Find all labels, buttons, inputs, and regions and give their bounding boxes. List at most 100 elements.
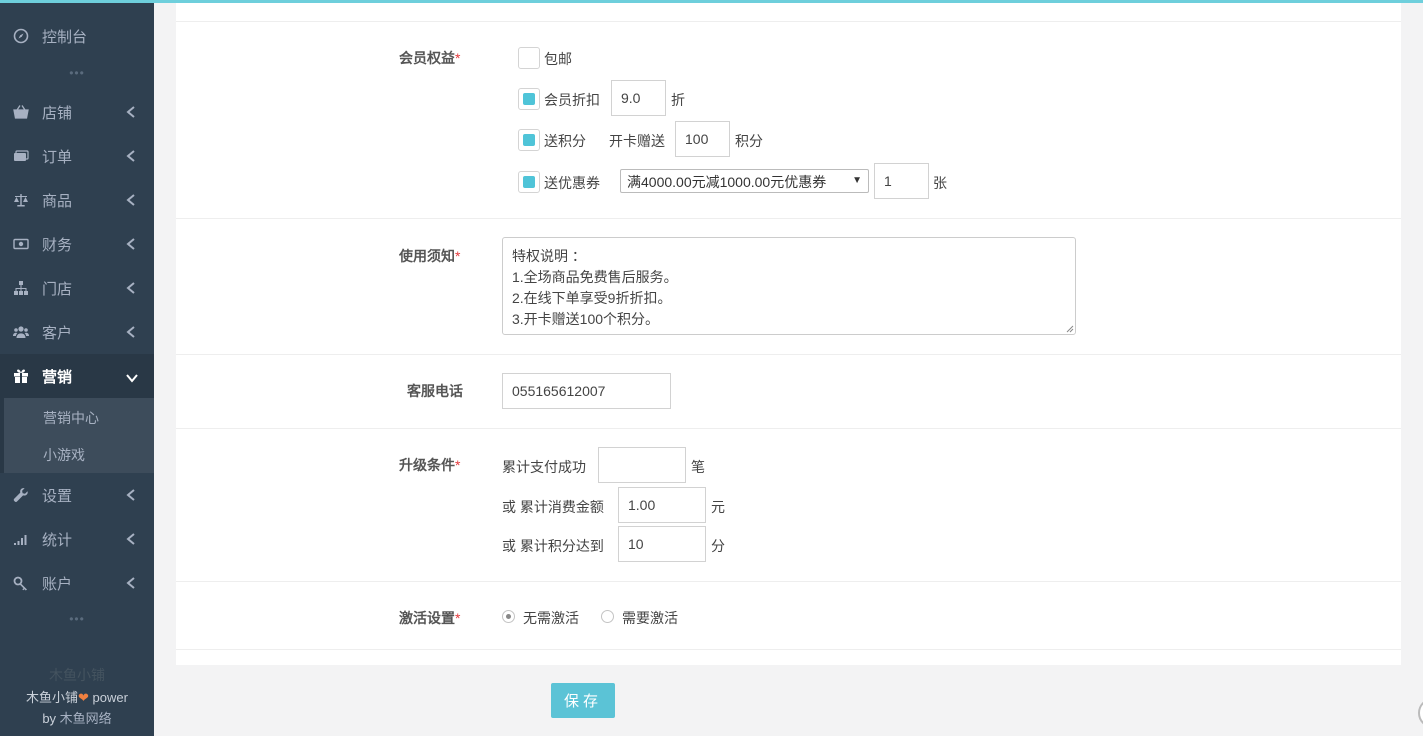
service-phone-input[interactable] xyxy=(502,373,671,409)
free-shipping-checkbox[interactable] xyxy=(518,47,540,69)
required-mark: * xyxy=(455,457,461,473)
sidebar-divider-dots: ••• xyxy=(69,66,85,80)
sidebar-item-stores[interactable]: 门店 xyxy=(0,266,154,310)
activation-radio-yes[interactable] xyxy=(601,610,614,623)
row-divider xyxy=(176,354,1401,355)
notice-text: 特权说明 ： 1.全场商品免费售后服务。 2.在线下单享受9折折扣。 3.开卡赠… xyxy=(512,248,678,327)
discount-unit: 折 xyxy=(671,92,685,108)
coupon-count-input[interactable] xyxy=(874,163,929,199)
chevron-left-icon xyxy=(126,105,138,118)
benefits-label-text: 会员权益 xyxy=(399,50,455,66)
sidebar-item-account[interactable]: 账户 xyxy=(0,561,154,605)
sidebar-item-finance[interactable]: 财务 xyxy=(0,222,154,266)
pay-count-unit: 笔 xyxy=(691,459,705,475)
save-button[interactable]: 保存 xyxy=(551,683,615,718)
checked-mark xyxy=(523,93,535,105)
notice-label: 使用须知* xyxy=(399,246,460,266)
sidebar-item-products[interactable]: 商品 xyxy=(0,178,154,222)
activation-label-text: 激活设置 xyxy=(399,610,455,626)
basket-icon xyxy=(12,103,30,121)
phone-label: 客服电话 xyxy=(407,383,463,399)
sidebar-item-label: 财务 xyxy=(42,236,73,254)
send-coupon-label: 送优惠券 xyxy=(544,175,600,191)
amount-unit: 元 xyxy=(711,499,725,515)
chevron-left-icon xyxy=(126,149,138,162)
member-discount-checkbox[interactable] xyxy=(518,88,540,110)
sidebar-item-label: 商品 xyxy=(42,192,73,210)
send-coupon-checkbox[interactable] xyxy=(518,171,540,193)
banknote-icon xyxy=(12,235,30,253)
required-mark: * xyxy=(455,248,461,264)
sidebar-item-statistics[interactable]: 统计 xyxy=(0,517,154,561)
company-link[interactable]: 木鱼网络 xyxy=(60,711,112,726)
sidebar: 控制台 ••• 店铺 订单 商品 财务 门店 客户 营销 营销中心 小游戏 设置… xyxy=(0,0,154,736)
money-icon xyxy=(12,147,30,165)
required-mark: * xyxy=(455,50,461,66)
points-prefix: 开卡赠送 xyxy=(609,133,665,149)
submenu-item-marketing-center[interactable]: 营销中心 xyxy=(43,408,99,428)
points-unit: 积分 xyxy=(735,133,763,149)
sidebar-item-label: 账户 xyxy=(42,575,73,593)
coupon-unit: 张 xyxy=(933,175,947,191)
signal-icon xyxy=(12,530,30,548)
sidebar-item-label: 营销 xyxy=(42,368,73,386)
sidebar-item-orders[interactable]: 订单 xyxy=(0,134,154,178)
sidebar-item-dashboard[interactable]: 控制台 xyxy=(0,14,154,58)
gift-icon xyxy=(12,367,30,385)
row-divider xyxy=(176,218,1401,219)
activation-radio-no[interactable] xyxy=(502,610,515,623)
sidebar-item-label: 设置 xyxy=(42,487,73,505)
upgrade-label: 升级条件* xyxy=(399,455,460,475)
by-text: by xyxy=(42,711,60,726)
brand-by-line: by 木鱼网络 xyxy=(0,708,154,727)
scroll-top-button[interactable] xyxy=(1418,698,1423,728)
send-points-checkbox[interactable] xyxy=(518,129,540,151)
users-icon xyxy=(12,323,30,341)
row-divider xyxy=(176,21,1401,22)
brand-watermark: 木鱼小铺 xyxy=(49,667,105,683)
activation-option-no: 无需激活 xyxy=(523,610,579,626)
chevron-left-icon xyxy=(126,576,138,589)
free-shipping-label: 包邮 xyxy=(544,51,572,67)
brand-credit: 木鱼小铺❤ power xyxy=(0,687,154,706)
brand-name: 木鱼小铺 xyxy=(26,690,79,705)
sidebar-item-label: 门店 xyxy=(42,280,73,298)
member-discount-label: 会员折扣 xyxy=(544,92,600,108)
chevron-left-icon xyxy=(126,193,138,206)
sidebar-item-label: 控制台 xyxy=(42,28,88,46)
sidebar-item-customers[interactable]: 客户 xyxy=(0,310,154,354)
chevron-left-icon xyxy=(126,281,138,294)
required-mark: * xyxy=(455,610,461,626)
row-divider xyxy=(176,428,1401,429)
dropdown-caret-icon: ▼ xyxy=(852,175,862,186)
pay-count-label: 累计支付成功 xyxy=(502,459,586,475)
member-discount-input[interactable] xyxy=(611,80,666,116)
radio-selected-dot xyxy=(506,614,511,619)
wrench-icon xyxy=(12,486,30,504)
benefits-label: 会员权益* xyxy=(399,48,460,68)
coupon-select[interactable]: 满4000.00元减1000.00元优惠券 ▼ xyxy=(620,169,869,193)
compass-icon xyxy=(12,27,30,45)
coupon-selected-value: 满4000.00元减1000.00元优惠券 xyxy=(627,174,827,190)
submenu-item-mini-games[interactable]: 小游戏 xyxy=(43,445,85,465)
sidebar-item-store[interactable]: 店铺 xyxy=(0,90,154,134)
card-points-input[interactable] xyxy=(675,121,730,157)
chevron-left-icon xyxy=(126,488,138,501)
sidebar-item-settings[interactable]: 设置 xyxy=(0,473,154,517)
amount-input[interactable] xyxy=(618,487,706,523)
pay-count-input[interactable] xyxy=(598,447,686,483)
sitemap-icon xyxy=(12,279,30,297)
upgrade-label-text: 升级条件 xyxy=(399,457,455,473)
sidebar-item-marketing[interactable]: 营销 xyxy=(0,354,154,398)
resize-handle-icon[interactable] xyxy=(1064,323,1074,333)
checked-mark xyxy=(523,176,535,188)
send-points-label: 送积分 xyxy=(544,133,586,149)
sidebar-divider-dots: ••• xyxy=(69,612,85,626)
balance-scale-icon xyxy=(12,191,30,209)
chevron-left-icon xyxy=(126,237,138,250)
marketing-submenu: 营销中心 小游戏 xyxy=(0,398,154,473)
brand-power: power xyxy=(88,690,128,705)
notice-textarea[interactable]: 特权说明 ： 1.全场商品免费售后服务。 2.在线下单享受9折折扣。 3.开卡赠… xyxy=(502,237,1076,335)
checked-mark xyxy=(523,134,535,146)
points-reach-input[interactable] xyxy=(618,526,706,562)
